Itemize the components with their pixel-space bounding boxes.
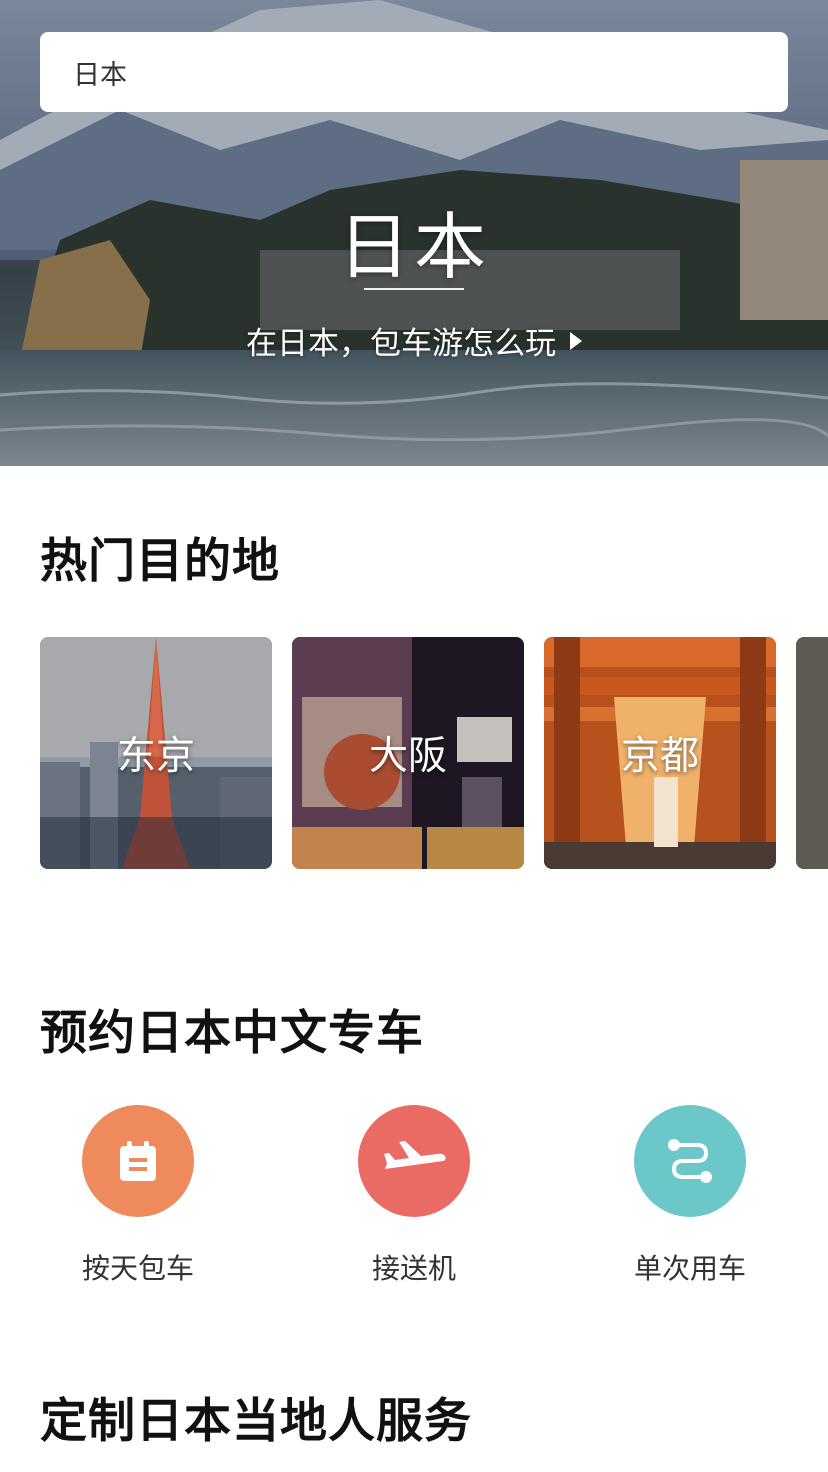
hero-guide-link[interactable]: 在日本，包车游怎么玩 bbox=[0, 318, 828, 363]
section-title-popular: 热门目的地 bbox=[40, 534, 280, 589]
hero-guide-link-label: 在日本，包车游怎么玩 bbox=[246, 326, 556, 362]
hero-title: 日本 bbox=[337, 205, 490, 289]
route-icon bbox=[634, 1105, 746, 1217]
hero-banner: 日本 日本 在日本，包车游怎么玩 bbox=[0, 0, 828, 466]
airplane-icon bbox=[358, 1105, 470, 1217]
search-input-value: 日本 bbox=[73, 59, 127, 91]
destination-card-kyoto[interactable]: 京都 bbox=[544, 637, 776, 869]
destination-name: 京都 bbox=[620, 734, 699, 779]
destination-carousel[interactable]: 东京 大阪 京都 bbox=[40, 637, 828, 869]
destination-card-more[interactable] bbox=[796, 637, 828, 869]
calendar-icon bbox=[82, 1105, 194, 1217]
service-airport-transfer[interactable]: 接送机 bbox=[304, 1105, 524, 1287]
service-single-ride[interactable]: 单次用车 bbox=[580, 1105, 800, 1287]
service-label: 单次用车 bbox=[633, 1252, 746, 1285]
section-title-custom: 定制日本当地人服务 bbox=[40, 1394, 472, 1449]
play-arrow-icon bbox=[570, 331, 582, 350]
destination-name: 大阪 bbox=[368, 734, 447, 779]
destination-card-osaka[interactable]: 大阪 bbox=[292, 637, 524, 869]
service-daily-charter[interactable]: 按天包车 bbox=[28, 1105, 248, 1287]
service-label: 接送机 bbox=[371, 1252, 456, 1285]
hero-divider bbox=[364, 288, 464, 290]
search-input[interactable]: 日本 bbox=[40, 32, 788, 112]
service-label: 按天包车 bbox=[81, 1252, 194, 1285]
destination-card-tokyo[interactable]: 东京 bbox=[40, 637, 272, 869]
destination-photo bbox=[796, 637, 828, 869]
destination-name: 东京 bbox=[116, 734, 195, 779]
section-title-booking: 预约日本中文专车 bbox=[40, 1006, 424, 1061]
